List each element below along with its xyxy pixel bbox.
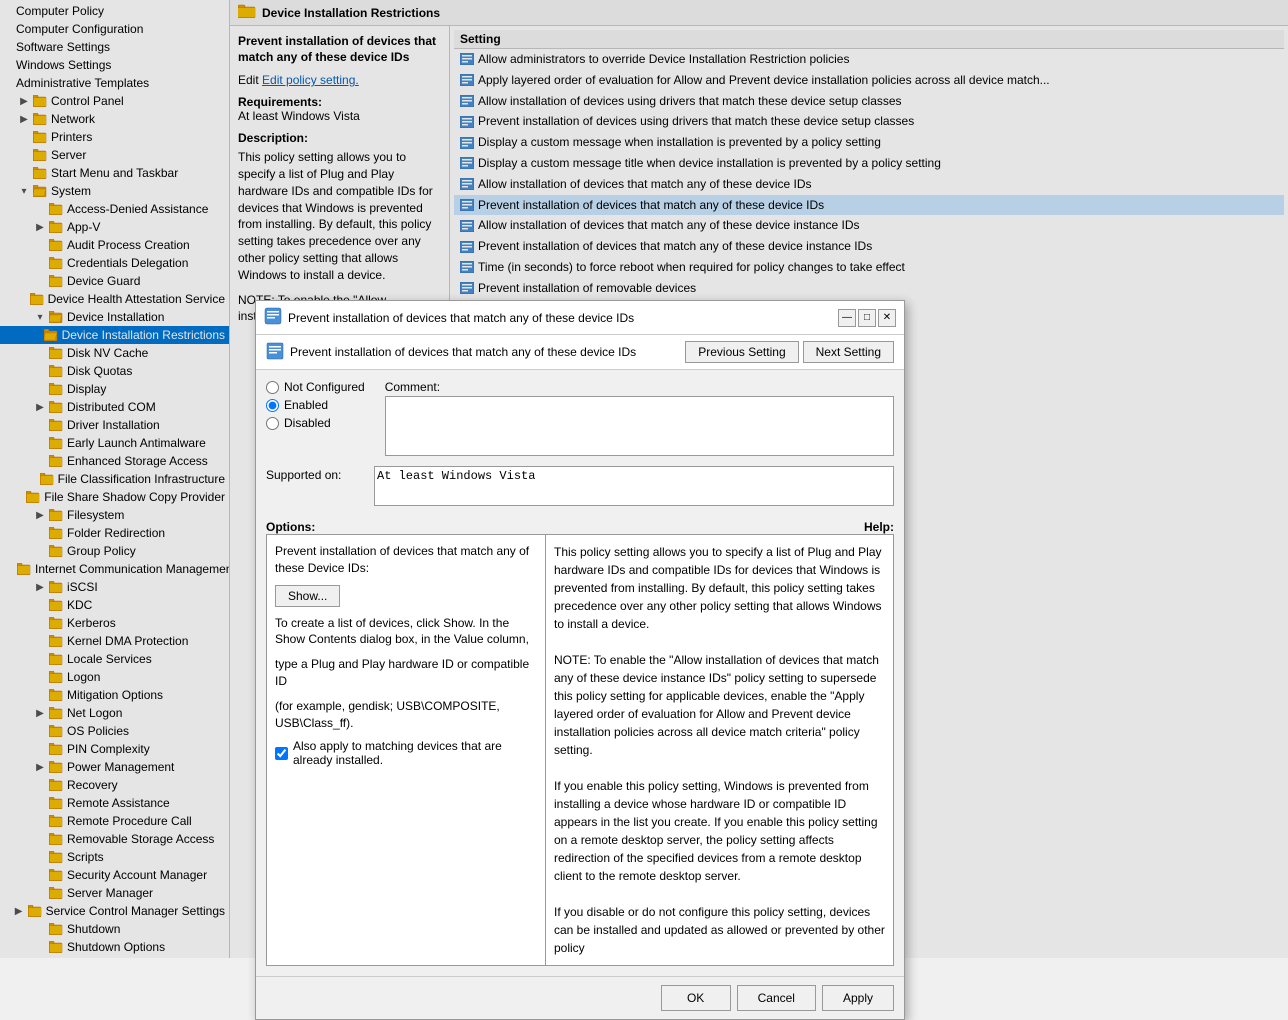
ok-button[interactable]: OK: [661, 985, 731, 1011]
modal-policy-header: Prevent installation of devices that mat…: [256, 335, 904, 370]
maximize-button[interactable]: □: [858, 309, 876, 327]
modal-icon: [264, 307, 282, 328]
create-instruction: To create a list of devices, click Show.…: [275, 615, 537, 649]
next-setting-button[interactable]: Next Setting: [803, 341, 894, 363]
apply-existing-checkbox[interactable]: [275, 747, 288, 760]
modal-body: Not Configured Enabled Disabled Comment:: [256, 370, 904, 976]
modal-title: Prevent installation of devices that mat…: [288, 311, 634, 325]
radio-section: Not Configured Enabled Disabled Comment:: [266, 380, 894, 456]
comment-textarea[interactable]: [385, 396, 894, 456]
show-button[interactable]: Show...: [275, 585, 340, 607]
checkbox-label: Also apply to matching devices that are …: [293, 739, 537, 767]
modal-policy-name-row: Prevent installation of devices that mat…: [266, 342, 685, 363]
comment-section: Comment:: [385, 380, 894, 456]
radio-disabled-label[interactable]: Disabled: [266, 416, 365, 430]
modal-dialog: Prevent installation of devices that mat…: [255, 300, 905, 1020]
modal-footer: OK Cancel Apply: [256, 976, 904, 1019]
main-container: Computer PolicyComputer ConfigurationSof…: [0, 0, 1288, 958]
modal-policy-icon: [266, 342, 284, 363]
modal-title-left: Prevent installation of devices that mat…: [264, 307, 634, 328]
radio-not-configured[interactable]: [266, 381, 279, 394]
modal-overlay: Prevent installation of devices that mat…: [0, 0, 1288, 958]
comment-label: Comment:: [385, 380, 894, 394]
supported-section: Supported on:: [266, 466, 894, 506]
help-header-label: Help:: [854, 520, 894, 534]
options-help-section: Prevent installation of devices that mat…: [266, 534, 894, 966]
cancel-button[interactable]: Cancel: [737, 985, 816, 1011]
apply-button[interactable]: Apply: [822, 985, 894, 1011]
close-button[interactable]: ✕: [878, 309, 896, 327]
radio-enabled-label[interactable]: Enabled: [266, 398, 365, 412]
checkbox-row: Also apply to matching devices that are …: [275, 739, 537, 767]
radio-options: Not Configured Enabled Disabled: [266, 380, 365, 430]
window-controls: — □ ✕: [838, 309, 896, 327]
radio-enabled[interactable]: [266, 399, 279, 412]
modal-titlebar: Prevent installation of devices that mat…: [256, 301, 904, 335]
help-pane: This policy setting allows you to specif…: [546, 534, 894, 966]
options-header-label: Options:: [266, 520, 315, 534]
supported-on-value: [374, 466, 894, 506]
minimize-button[interactable]: —: [838, 309, 856, 327]
previous-setting-button[interactable]: Previous Setting: [685, 341, 798, 363]
supported-on-label: Supported on:: [266, 468, 366, 482]
options-pane: Prevent installation of devices that mat…: [266, 534, 546, 966]
example-text: (for example, gendisk; USB\COMPOSITE, US…: [275, 698, 537, 732]
type-instruction: type a Plug and Play hardware ID or comp…: [275, 656, 537, 690]
modal-policy-name: Prevent installation of devices that mat…: [290, 345, 636, 359]
radio-not-configured-label[interactable]: Not Configured: [266, 380, 365, 394]
options-description-text: Prevent installation of devices that mat…: [275, 543, 537, 577]
radio-disabled[interactable]: [266, 417, 279, 430]
modal-nav-buttons: Previous Setting Next Setting: [685, 341, 894, 363]
help-text: This policy setting allows you to specif…: [554, 543, 885, 957]
